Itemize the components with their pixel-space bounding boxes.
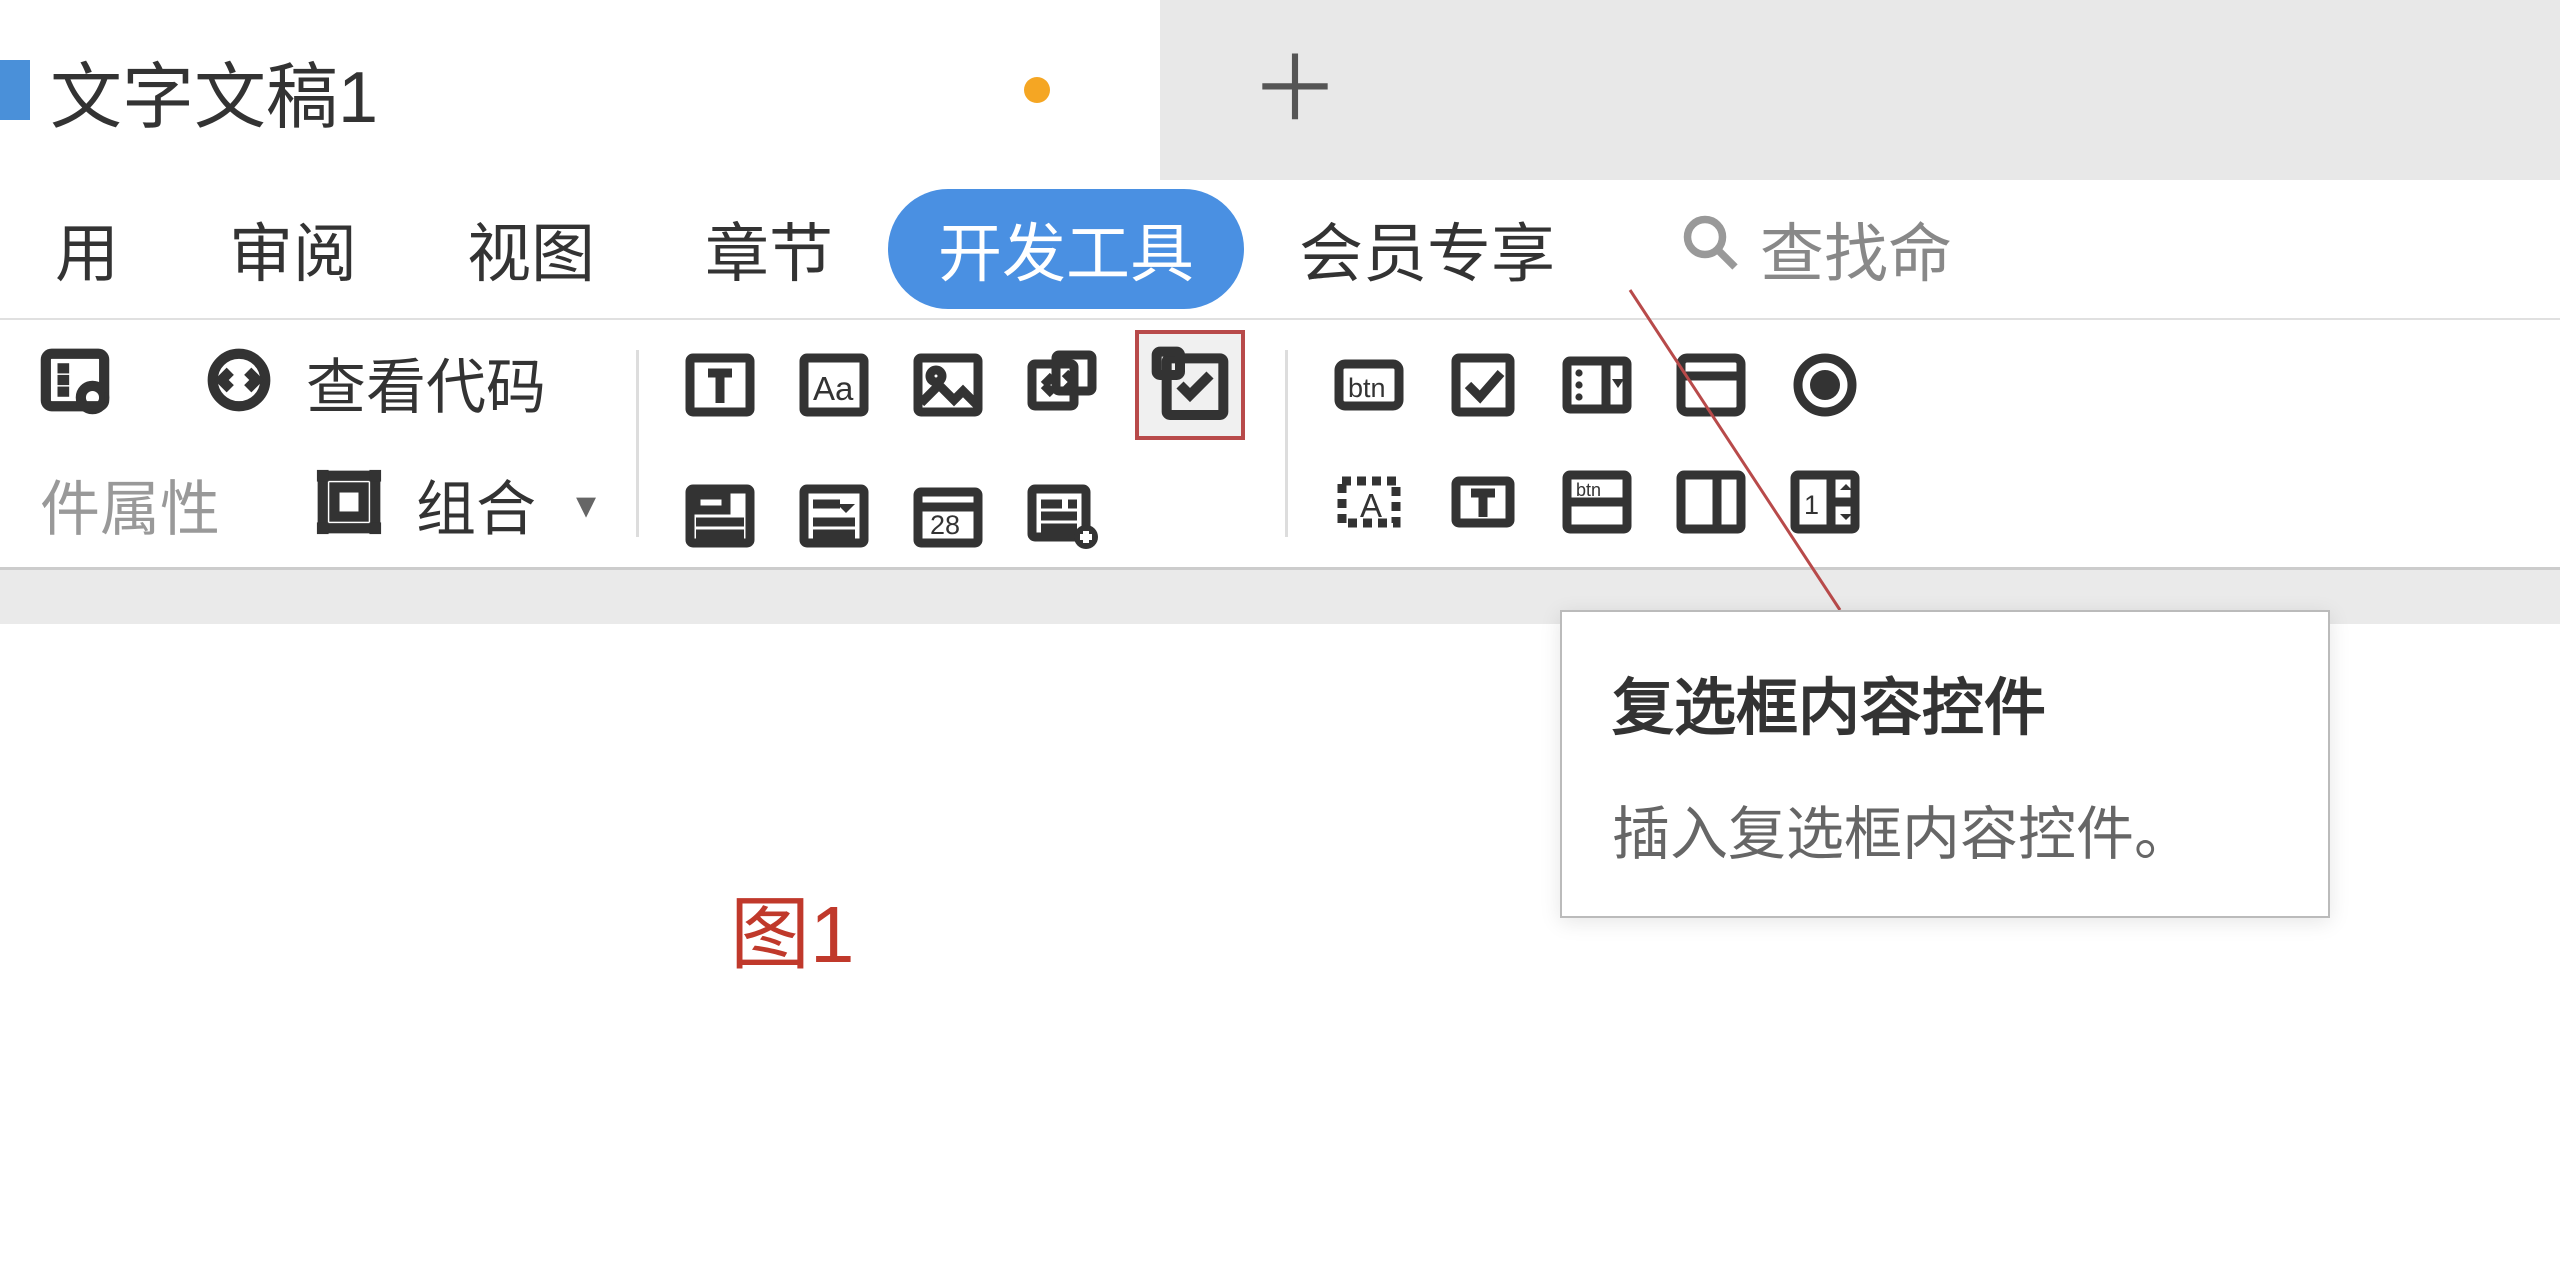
svg-text:btn: btn [1348,373,1386,403]
group-button[interactable]: 组合 [416,461,536,548]
properties-icon[interactable] [40,345,110,420]
ribbon-group-legacy-controls: btn A btn [1288,320,1906,567]
search-label: 查找命 [1760,203,1952,295]
menu-item-0[interactable]: 用 [0,183,174,315]
menu-bar: 用 审阅 视图 章节 开发工具 会员专享 查找命 [0,180,2560,320]
search-command[interactable]: 查找命 [1610,203,1952,295]
dropdown-control-icon[interactable] [793,475,875,557]
document-title: 文字文稿1 [50,38,378,143]
ribbon-group-content-controls: Aa 28 [639,320,1285,567]
frame-control-icon[interactable] [1670,344,1752,426]
figure-label: 图1 [730,870,855,986]
svg-text:28: 28 [930,510,960,540]
control-properties-button[interactable]: 件属性 [40,461,220,548]
building-block-control-icon[interactable] [1021,344,1103,426]
spin-button-icon[interactable]: 1 [1784,461,1866,543]
tab-bar: 文字文稿1 ＋ [0,0,2560,180]
checkbox-legacy-icon[interactable] [1442,344,1524,426]
unsaved-indicator-icon [1024,77,1050,103]
new-tab-button[interactable]: ＋ [1250,45,1340,135]
menu-item-view[interactable]: 视图 [412,183,650,315]
view-code-icon[interactable] [204,345,274,420]
document-tab[interactable]: 文字文稿1 [0,0,1160,180]
group-dropdown-icon[interactable]: ▾ [576,482,596,528]
menu-item-review[interactable]: 审阅 [174,183,412,315]
combo-box-control-icon[interactable] [679,475,761,557]
rich-text-control-icon[interactable] [679,344,761,426]
button-control-icon[interactable]: btn [1328,344,1410,426]
textbox-control-icon[interactable] [1442,461,1524,543]
date-picker-control-icon[interactable]: 28 [907,475,989,557]
tooltip-title: 复选框内容控件 [1612,657,2278,747]
search-icon [1680,212,1740,287]
ribbon-group-properties: 查看代码 件属性 组合 ▾ [0,320,636,567]
svg-text:1: 1 [1804,490,1819,520]
label-control-icon[interactable]: A [1328,461,1410,543]
tooltip-description: 插入复选框内容控件。 [1612,787,2278,871]
picture-control-icon[interactable] [907,344,989,426]
scrollbar-control-icon[interactable] [1670,461,1752,543]
document-area: 图1 复选框内容控件 插入复选框内容控件。 [0,570,2560,1280]
group-icon[interactable] [314,467,384,542]
document-icon [0,60,30,120]
menu-item-member[interactable]: 会员专享 [1244,183,1610,315]
checkbox-control-button[interactable] [1135,330,1245,440]
combo-legacy-icon[interactable] [1556,344,1638,426]
svg-text:Aa: Aa [813,370,854,407]
svg-text:A: A [1360,487,1382,524]
repeating-section-control-icon[interactable] [1021,475,1103,557]
plain-text-control-icon[interactable]: Aa [793,344,875,426]
option-button-icon[interactable] [1784,344,1866,426]
svg-text:btn: btn [1576,480,1601,500]
menu-item-chapter[interactable]: 章节 [650,183,888,315]
ribbon: 查看代码 件属性 组合 ▾ Aa [0,320,2560,570]
menu-item-developer-tools[interactable]: 开发工具 [888,189,1244,309]
tooltip: 复选框内容控件 插入复选框内容控件。 [1560,610,2330,918]
toggle-button-icon[interactable]: btn [1556,461,1638,543]
new-tab-area: ＋ [1160,0,2560,180]
view-code-button[interactable]: 查看代码 [306,339,546,426]
